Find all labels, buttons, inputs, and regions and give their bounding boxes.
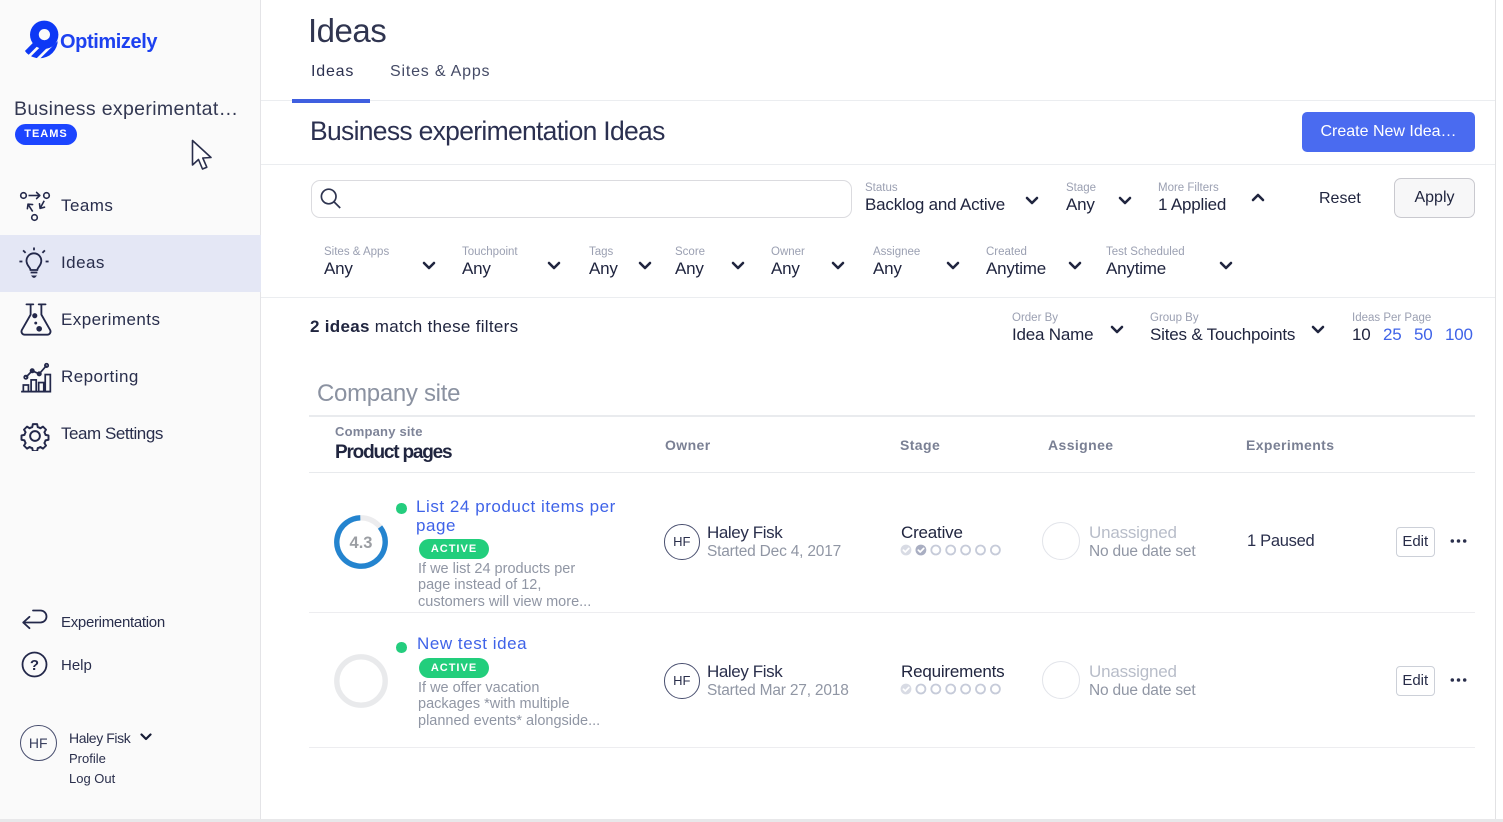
svg-text:4.3: 4.3 bbox=[350, 534, 373, 552]
svg-text:?: ? bbox=[30, 657, 39, 674]
